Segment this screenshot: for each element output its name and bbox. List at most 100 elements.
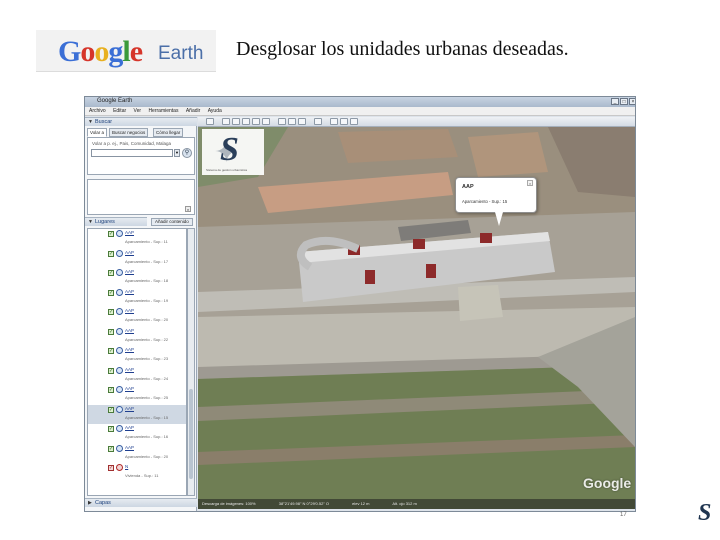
place-name[interactable]: AAP bbox=[125, 367, 134, 372]
corner-logo-letter: S bbox=[698, 500, 712, 526]
expand-triangle-icon: ▼ bbox=[88, 219, 93, 225]
balloon-title: AAP bbox=[462, 184, 474, 190]
checkbox-icon[interactable]: ✓ bbox=[108, 309, 114, 315]
place-name[interactable]: AAP bbox=[125, 347, 134, 352]
search-panel-header[interactable]: ▼ Buscar bbox=[85, 117, 197, 126]
status-download: Descarga de imágenes: 100% bbox=[202, 501, 256, 506]
checkbox-icon[interactable]: ✓ bbox=[108, 406, 114, 413]
checkbox-icon[interactable]: ✓ bbox=[108, 289, 114, 296]
balloon-description: Aparcamiento - Sup.: 15 bbox=[462, 199, 508, 204]
add-polygon-icon[interactable] bbox=[232, 118, 240, 125]
list-item[interactable]: ✓ AAP Aparcamiento - Sup.: 20 bbox=[88, 307, 186, 327]
maximize-button[interactable]: □ bbox=[620, 98, 628, 105]
places-panel-header[interactable]: ▼ Lugares bbox=[85, 217, 147, 226]
logo-caption: Sistema de gestión urbanística bbox=[206, 168, 248, 172]
corner-logo: S bbox=[694, 500, 716, 530]
list-item[interactable]: ✓ AAP Aparcamiento - Sup.: 15 bbox=[88, 404, 186, 424]
place-name[interactable]: AAP bbox=[125, 308, 134, 313]
search-dropdown-icon[interactable]: ▼ bbox=[174, 149, 180, 157]
place-name[interactable]: AAP bbox=[125, 445, 134, 450]
add-path-icon[interactable] bbox=[242, 118, 250, 125]
place-name[interactable]: AAP bbox=[125, 328, 134, 333]
sunlight-icon[interactable] bbox=[288, 118, 296, 125]
checkbox-icon[interactable]: ✓ bbox=[108, 387, 114, 393]
clear-results-icon[interactable]: × bbox=[185, 206, 191, 212]
layers-panel-title: Capas bbox=[95, 500, 111, 506]
checkbox-icon[interactable]: ✓ bbox=[108, 445, 114, 452]
sidebar: ▼ Buscar Volar a Buscar negocios Cómo ll… bbox=[85, 117, 197, 511]
add-content-button[interactable]: Añadir contenido bbox=[151, 218, 193, 226]
scrollbar-thumb[interactable] bbox=[189, 389, 193, 479]
map-view[interactable]: ✦ S Sistema de gestión urbanística AAP A… bbox=[198, 117, 635, 509]
tab-find-business[interactable]: Buscar negocios bbox=[109, 128, 149, 137]
place-name[interactable]: N bbox=[125, 464, 128, 469]
places-scrollbar[interactable] bbox=[187, 228, 195, 496]
add-overlay-icon[interactable] bbox=[252, 118, 260, 125]
toggle-sidebar-icon[interactable] bbox=[206, 118, 214, 125]
close-button[interactable]: × bbox=[629, 98, 635, 105]
ruler-icon[interactable] bbox=[314, 118, 322, 125]
list-item[interactable]: ✓ AAP Aparcamiento - Sup.: 16 bbox=[88, 424, 186, 444]
menu-ver[interactable]: Ver bbox=[134, 107, 142, 116]
checkbox-icon[interactable]: ✓ bbox=[108, 328, 114, 335]
record-tour-icon[interactable] bbox=[262, 118, 270, 125]
minimize-button[interactable]: _ bbox=[611, 98, 619, 105]
place-name[interactable]: AAP bbox=[125, 425, 134, 430]
list-item[interactable]: ✓ AAP Aparcamiento - Sup.: 24 bbox=[88, 366, 186, 386]
list-item[interactable]: ✓ AAP Aparcamiento - Sup.: 25 bbox=[88, 385, 186, 405]
place-description: Aparcamiento - Sup.: 19 bbox=[125, 297, 169, 303]
print-icon[interactable] bbox=[340, 118, 348, 125]
list-item[interactable]: ✓ AAP Aparcamiento - Sup.: 17 bbox=[88, 249, 186, 269]
tab-directions[interactable]: Cómo llegar bbox=[153, 128, 184, 137]
historical-imagery-icon[interactable] bbox=[278, 118, 286, 125]
checkbox-icon[interactable]: ✓ bbox=[108, 270, 114, 276]
checkbox-icon[interactable]: ✓ bbox=[108, 367, 114, 374]
place-name[interactable]: AAP bbox=[125, 250, 134, 255]
place-name[interactable]: AAP bbox=[125, 289, 134, 294]
list-item[interactable]: ✓ AAP Aparcamiento - Sup.: 23 bbox=[88, 346, 186, 366]
layers-panel-header[interactable]: ▶ Capas bbox=[85, 498, 197, 507]
tab-fly-to[interactable]: Volar a bbox=[87, 128, 108, 137]
list-item[interactable]: ✓ N Vivienda - Sup.: 11 bbox=[88, 463, 186, 483]
search-box: Volar a p. ej., Pais, Comunidad, Malaga … bbox=[87, 137, 195, 175]
menu-archivo[interactable]: Archivo bbox=[89, 107, 106, 116]
menu-ayuda[interactable]: Ayuda bbox=[208, 107, 222, 116]
checkbox-icon[interactable]: ✓ bbox=[108, 465, 114, 471]
status-coordinates: 38°21'49.98" N 0°29'0.52" O bbox=[278, 501, 329, 506]
places-list: ✓ AAP Aparcamiento - Sup.: 11 ✓ AAP Aparcamie… bbox=[87, 228, 187, 496]
search-panel-title: Buscar bbox=[95, 119, 113, 125]
add-placemark-icon[interactable] bbox=[222, 118, 230, 125]
checkbox-icon[interactable]: ✓ bbox=[108, 250, 114, 257]
info-balloon[interactable]: AAP Aparcamiento - Sup.: 15 × bbox=[455, 177, 537, 213]
menu-editar[interactable]: Editar bbox=[113, 107, 126, 116]
placemark-icon bbox=[116, 386, 123, 393]
search-icon[interactable]: ⚲ bbox=[182, 148, 192, 158]
list-item[interactable]: ✓ AAP Aparcamiento - Sup.: 22 bbox=[88, 327, 186, 347]
list-item[interactable]: ✓ AAP Aparcamiento - Sup.: 11 bbox=[88, 229, 186, 249]
search-input[interactable] bbox=[91, 149, 173, 157]
logo-suffix: Earth bbox=[158, 43, 204, 64]
list-item[interactable]: ✓ AAP Aparcamiento - Sup.: 19 bbox=[88, 288, 186, 308]
place-name[interactable]: AAP bbox=[125, 269, 134, 274]
menu-herramientas[interactable]: Herramientas bbox=[148, 107, 178, 116]
place-description: Aparcamiento - Sup.: 20 bbox=[125, 317, 169, 322]
search-results: × bbox=[87, 179, 195, 215]
balloon-close-icon[interactable]: × bbox=[527, 180, 533, 186]
place-name[interactable]: AAP bbox=[125, 230, 134, 235]
status-elevation: elev 12 m bbox=[352, 501, 370, 506]
place-name[interactable]: AAP bbox=[125, 406, 134, 411]
place-description: Aparcamiento - Sup.: 25 bbox=[125, 395, 169, 400]
email-icon[interactable] bbox=[330, 118, 338, 125]
menu-anadir[interactable]: Añadir bbox=[186, 107, 200, 116]
checkbox-icon[interactable]: ✓ bbox=[108, 348, 114, 354]
planet-switch-icon[interactable] bbox=[298, 118, 306, 125]
aerial-imagery bbox=[198, 117, 635, 509]
place-name[interactable]: AAP bbox=[125, 386, 134, 391]
logo-letter: S bbox=[220, 131, 239, 168]
checkbox-icon[interactable]: ✓ bbox=[108, 426, 114, 432]
list-item[interactable]: ✓ AAP Aparcamiento - Sup.: 18 bbox=[88, 268, 186, 288]
list-item[interactable]: ✓ AAP Aparcamiento - Sup.: 20 bbox=[88, 444, 186, 464]
placemark-icon bbox=[116, 308, 123, 315]
checkbox-icon[interactable]: ✓ bbox=[108, 231, 114, 237]
view-in-maps-icon[interactable] bbox=[350, 118, 358, 125]
